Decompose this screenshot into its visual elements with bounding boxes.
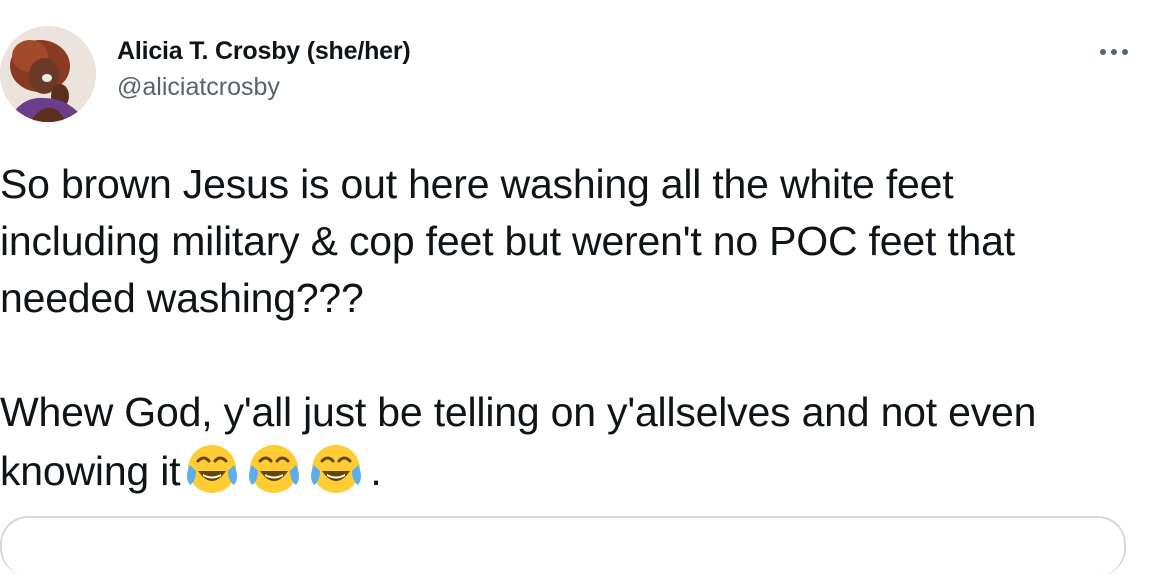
ellipsis-icon bbox=[1100, 49, 1128, 55]
emoji-group bbox=[184, 441, 370, 512]
quoted-card[interactable] bbox=[0, 516, 1126, 576]
face-with-tears-of-joy-emoji-icon bbox=[246, 441, 302, 497]
tweet-paragraph-1: So brown Jesus is out here washing all t… bbox=[0, 161, 1015, 321]
display-name[interactable]: Alicia T. Crosby (she/her) bbox=[117, 36, 411, 66]
tweet-paragraph-2-text: Whew God, y'all just be telling on y'all… bbox=[0, 389, 1037, 494]
avatar[interactable] bbox=[0, 26, 96, 122]
face-with-tears-of-joy-emoji-icon bbox=[184, 441, 240, 497]
tweet: Alicia T. Crosby (she/her) @aliciatcrosb… bbox=[0, 0, 1154, 576]
tweet-text: So brown Jesus is out here washing all t… bbox=[0, 156, 1120, 512]
user-info: Alicia T. Crosby (she/her) @aliciatcrosb… bbox=[117, 36, 411, 102]
tweet-paragraph-2-end: . bbox=[370, 448, 382, 494]
user-handle[interactable]: @aliciatcrosby bbox=[117, 72, 411, 102]
more-options-button[interactable] bbox=[1096, 38, 1132, 66]
tweet-paragraph-2: Whew God, y'all just be telling on y'all… bbox=[0, 384, 1120, 512]
profile-photo-icon bbox=[0, 26, 96, 122]
face-with-tears-of-joy-emoji-icon bbox=[308, 441, 364, 497]
